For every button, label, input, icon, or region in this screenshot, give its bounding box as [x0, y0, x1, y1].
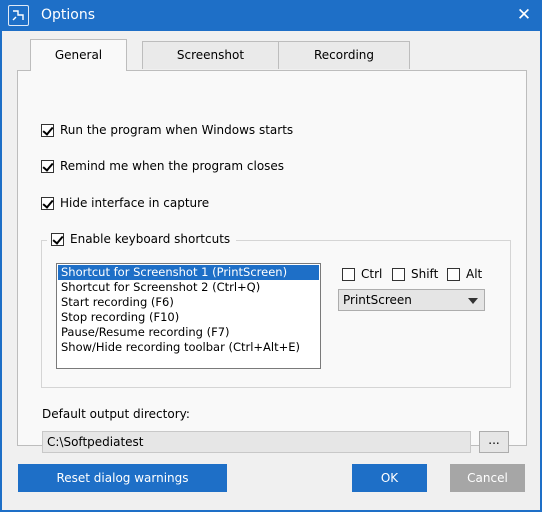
keyboard-shortcuts-group: Enable keyboard shortcuts Shortcut for S…: [41, 232, 511, 388]
title-bar[interactable]: Options ✕: [0, 0, 542, 31]
dropdown-arrow-icon: [468, 298, 478, 304]
shortcut-list-item[interactable]: Pause/Resume recording (F7): [58, 325, 319, 340]
browse-button[interactable]: ...: [479, 431, 509, 453]
output-directory-field[interactable]: C:\Softpediatest: [42, 431, 471, 453]
run-on-startup-label: Run the program when Windows starts: [60, 123, 294, 137]
tab-general-label: General: [54, 48, 103, 62]
shortcut-list-item[interactable]: Shortcut for Screenshot 1 (PrintScreen): [58, 265, 319, 280]
shortcut-list-item[interactable]: Start recording (F6): [58, 295, 319, 310]
output-directory-label: Default output directory:: [42, 407, 190, 421]
ctrl-modifier-option[interactable]: Ctrl: [342, 267, 382, 281]
shift-modifier-option[interactable]: Shift: [392, 267, 438, 281]
enable-shortcuts-option[interactable]: Enable keyboard shortcuts: [47, 232, 237, 246]
shortcut-list-item[interactable]: Shortcut for Screenshot 2 (Ctrl+Q): [58, 280, 319, 295]
remind-on-close-option[interactable]: Remind me when the program closes: [41, 159, 284, 173]
shortcut-list-item[interactable]: Show/Hide recording toolbar (Ctrl+Alt+E): [58, 340, 319, 355]
options-window: Options ✕ General Screenshot Recording R…: [0, 0, 542, 512]
remind-on-close-checkbox[interactable]: [41, 159, 54, 173]
run-on-startup-option[interactable]: Run the program when Windows starts: [41, 123, 293, 137]
run-on-startup-checkbox[interactable]: [41, 123, 54, 137]
shift-label: Shift: [411, 267, 439, 281]
window-title: Options: [41, 7, 96, 23]
hide-interface-label: Hide interface in capture: [60, 196, 210, 210]
enable-shortcuts-checkbox[interactable]: [51, 232, 64, 246]
alt-checkbox[interactable]: [447, 267, 460, 281]
dialog-client-area: General Screenshot Recording Run the pro…: [2, 31, 540, 510]
shortcut-list[interactable]: Shortcut for Screenshot 1 (PrintScreen) …: [56, 263, 321, 369]
alt-label: Alt: [466, 267, 483, 281]
remind-on-close-label: Remind me when the program closes: [60, 159, 285, 173]
cancel-button[interactable]: Cancel: [450, 464, 525, 492]
shift-checkbox[interactable]: [392, 267, 405, 281]
shortcut-key-value: PrintScreen: [343, 293, 412, 307]
shortcut-list-item[interactable]: Stop recording (F10): [58, 310, 319, 325]
reset-dialog-warnings-button[interactable]: Reset dialog warnings: [18, 464, 227, 492]
close-icon[interactable]: ✕: [514, 5, 534, 25]
tab-general[interactable]: General: [30, 39, 127, 71]
ctrl-checkbox[interactable]: [342, 267, 355, 281]
app-icon: [8, 5, 29, 26]
tab-recording-label: Recording: [313, 48, 375, 62]
enable-shortcuts-label: Enable keyboard shortcuts: [70, 232, 231, 246]
general-tab-panel: Run the program when Windows starts Remi…: [17, 70, 527, 453]
shortcut-key-select[interactable]: PrintScreen: [338, 289, 485, 311]
ctrl-label: Ctrl: [361, 267, 383, 281]
hide-interface-checkbox[interactable]: [41, 196, 54, 210]
alt-modifier-option[interactable]: Alt: [447, 267, 482, 281]
tab-screenshot[interactable]: Screenshot: [142, 41, 279, 69]
tab-screenshot-label: Screenshot: [176, 48, 245, 62]
hide-interface-option[interactable]: Hide interface in capture: [41, 196, 209, 210]
ok-button[interactable]: OK: [352, 464, 427, 492]
tab-recording[interactable]: Recording: [278, 41, 410, 69]
